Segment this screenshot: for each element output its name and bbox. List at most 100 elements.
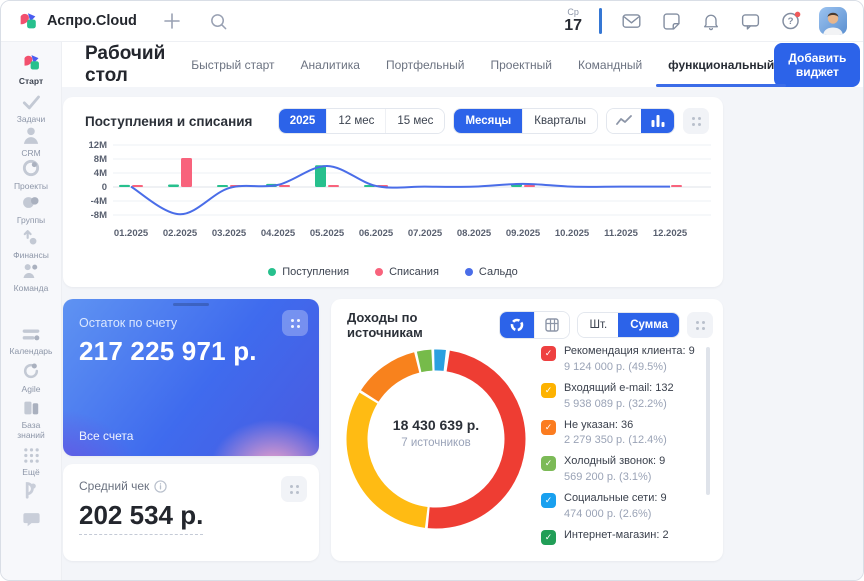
flow-legend-item[interactable]: Списания (375, 266, 439, 278)
calendar-date-widget[interactable]: Ср 17 (564, 8, 582, 34)
donut-slice (357, 398, 426, 517)
tab-analytics[interactable]: Аналитика (301, 58, 360, 72)
source-checkbox[interactable]: ✓ (541, 383, 556, 398)
user-avatar[interactable] (819, 7, 847, 35)
tab-team[interactable]: Командный (578, 58, 642, 72)
table-view-button[interactable] (534, 312, 569, 338)
income-legend-item[interactable]: ✓Социальные сети: 9474 000 р. (2.6%) (541, 492, 703, 520)
tab-project[interactable]: Проектный (491, 58, 552, 72)
sidebar-item-groups[interactable]: Группы (1, 193, 61, 225)
sidebar-item-team[interactable]: Команда (1, 261, 61, 293)
sidebar-item-more[interactable]: Ещё (1, 447, 61, 477)
sidebar-item-partner[interactable] (1, 479, 61, 500)
help-button[interactable]: ? (778, 8, 804, 34)
sidebar-item-start[interactable]: Старт (1, 52, 61, 86)
period-2025-button[interactable]: 2025 (279, 109, 327, 133)
sidebar-item-agile[interactable]: Agile (1, 361, 61, 394)
balance-footer-link[interactable]: Все счета (79, 429, 133, 443)
quarters-button[interactable]: Кварталы (522, 109, 597, 133)
donut-view-button[interactable] (500, 312, 534, 338)
units-count-button[interactable]: Шт. (578, 313, 618, 337)
source-checkbox[interactable]: ✓ (541, 493, 556, 508)
topbar-divider (599, 8, 602, 34)
search-button[interactable] (207, 10, 230, 33)
income-legend-item[interactable]: ✓Интернет-магазин: 2 (541, 529, 703, 545)
notifications-button[interactable] (699, 9, 723, 34)
tab-functional[interactable]: функциональный (668, 58, 774, 72)
sidebar-item-feedback[interactable] (1, 510, 61, 527)
topbar-right-cluster: Ср 17 (564, 7, 847, 35)
plus-icon (163, 12, 181, 30)
source-checkbox[interactable]: ✓ (541, 346, 556, 361)
tab-portfolio[interactable]: Портфельный (386, 58, 465, 72)
flow-legend-item[interactable]: Поступления (268, 266, 349, 278)
expense-bar (328, 185, 339, 187)
units-sum-button[interactable]: Сумма (618, 313, 679, 337)
sidebar-item-projects[interactable]: Проекты (1, 158, 61, 191)
income-legend-item[interactable]: ✓ Рекомендация клиента: 9 9 124 000 р. (49… (541, 345, 703, 373)
line-chart-icon (616, 115, 632, 127)
x-tick-label: 04.2025 (261, 228, 296, 239)
flow-chart-card: Поступления и списания 2025 12 мес 15 ме… (63, 97, 723, 287)
mail-button[interactable] (619, 9, 644, 34)
help-icon: ? (780, 10, 802, 32)
avg-card-drag-handle[interactable] (281, 476, 307, 502)
tasks-icon (21, 93, 41, 111)
app-logo-text: Аспро.Cloud (47, 13, 137, 29)
sidebar-item-calendar[interactable]: Календарь (1, 326, 61, 356)
legend-scrollbar[interactable] (706, 347, 710, 495)
income-legend-item[interactable]: ✓Холодный звонок: 9569 200 р. (3.1%) (541, 455, 703, 483)
source-amount: 9 124 000 р. (49.5%) (564, 361, 695, 373)
mail-icon (621, 11, 642, 32)
x-tick-label: 09.2025 (506, 228, 541, 239)
sidebar-item-knowledge-base[interactable]: База знаний (1, 399, 61, 440)
expense-bar (524, 185, 535, 187)
weekday-label: Ср (567, 8, 579, 17)
create-button[interactable] (161, 10, 183, 32)
notes-icon (661, 11, 682, 32)
chat-button[interactable] (738, 9, 763, 34)
avg-check-value[interactable]: 202 534 р. (79, 500, 203, 535)
sidebar-item-tasks[interactable]: Задачи (1, 93, 61, 124)
app-logo[interactable]: Аспро.Cloud (17, 10, 137, 32)
info-icon[interactable] (154, 480, 167, 493)
y-tick-label: 4M (94, 168, 107, 179)
legend-dot (465, 268, 473, 276)
svg-text:?: ? (788, 16, 794, 27)
balance-card-drag-handle[interactable] (282, 310, 308, 336)
chart-type-segmented-control (606, 108, 675, 134)
source-checkbox[interactable]: ✓ (541, 456, 556, 471)
income-card-drag-handle[interactable] (687, 312, 713, 338)
tab-quick-start[interactable]: Быстрый старт (191, 58, 274, 72)
add-widget-button[interactable]: Добавить виджет (774, 43, 860, 87)
flow-card-drag-handle[interactable] (683, 108, 709, 134)
bar-view-button[interactable] (641, 109, 674, 133)
notes-button[interactable] (659, 9, 684, 34)
period-segmented-control: 2025 12 мес 15 мес (278, 108, 446, 134)
source-label: Входящий e-mail: 132 (564, 382, 674, 396)
income-sources-card: Доходы по источникам Шт. Сумма (331, 299, 723, 561)
y-tick-label: 8M (94, 154, 107, 165)
expense-bar (132, 185, 143, 187)
source-label: Рекомендация клиента: 9 (564, 345, 695, 359)
legend-dot (375, 268, 383, 276)
flow-legend-item[interactable]: Сальдо (465, 266, 518, 278)
months-button[interactable]: Месяцы (454, 109, 522, 133)
source-label: Не указан: 36 (564, 419, 667, 433)
sidebar: Старт Задачи CRM Проекты (1, 42, 62, 580)
income-legend-item[interactable]: ✓Не указан: 362 279 350 р. (12.4%) (541, 419, 703, 447)
balance-value: 217 225 971 р. (63, 330, 319, 367)
income-bar (168, 185, 179, 187)
income-legend-item[interactable]: ✓Входящий e-mail: 1325 938 089 р. (32.2%… (541, 382, 703, 410)
x-tick-label: 08.2025 (457, 228, 492, 239)
sidebar-item-crm[interactable]: CRM (1, 126, 61, 158)
source-checkbox[interactable]: ✓ (541, 420, 556, 435)
knowledge-base-icon (22, 399, 41, 417)
source-checkbox[interactable]: ✓ (541, 530, 556, 545)
sidebar-item-finance[interactable]: Финансы (1, 227, 61, 260)
period-15m-button[interactable]: 15 мес (385, 109, 444, 133)
line-view-button[interactable] (607, 109, 641, 133)
card-drag-dash[interactable] (173, 303, 209, 306)
agile-icon (21, 361, 41, 381)
period-12m-button[interactable]: 12 мес (326, 109, 385, 133)
